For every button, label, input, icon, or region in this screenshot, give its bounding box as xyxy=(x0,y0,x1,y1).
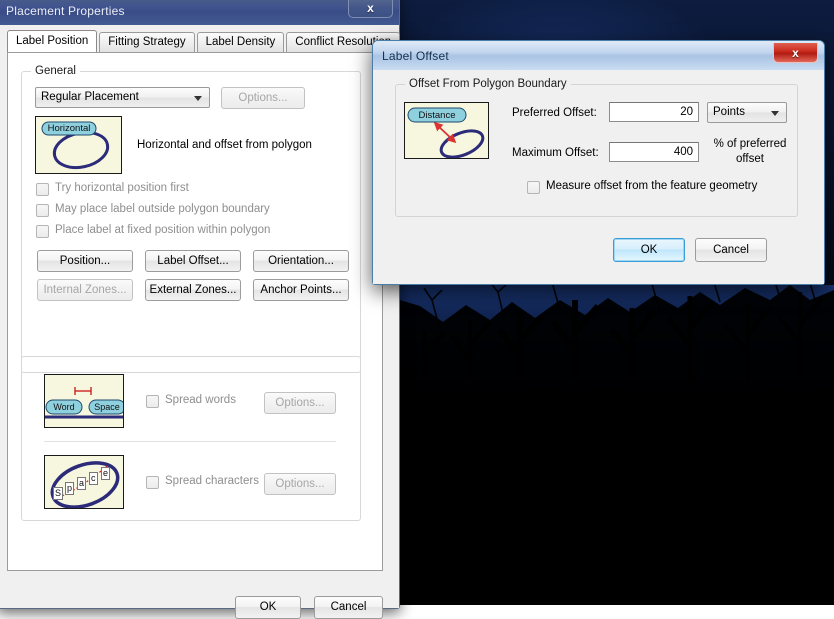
label-offset-title: Label Offset xyxy=(382,48,449,63)
preferred-offset-units-value: Points xyxy=(713,106,745,118)
general-groupbox: General Regular Placement Options... Hor… xyxy=(21,65,361,373)
spread-characters-preview: S p a c e xyxy=(44,455,124,509)
maximum-offset-label: Maximum Offset: xyxy=(512,147,599,159)
placement-properties-body: Label Position Fitting Strategy Label De… xyxy=(0,25,402,619)
spread-char-4: e xyxy=(101,467,111,480)
distance-preview: Distance xyxy=(404,102,489,159)
checkbox-fixed-position-label: Place label at fixed position within pol… xyxy=(55,224,271,236)
maximum-offset-input[interactable]: 400 xyxy=(609,142,699,162)
preferred-offset-units-combo[interactable]: Points xyxy=(707,102,787,123)
horizontal-placement-preview: Horizontal xyxy=(35,116,122,174)
tab-fitting-strategy[interactable]: Fitting Strategy xyxy=(99,32,195,52)
checkbox-may-place-outside-label: May place label outside polygon boundary xyxy=(55,203,270,215)
checkbox-spread-words[interactable] xyxy=(146,395,159,408)
placement-type-combo[interactable]: Regular Placement xyxy=(35,87,210,108)
general-options-button[interactable]: Options... xyxy=(221,87,305,109)
spread-char-2: a xyxy=(77,477,87,490)
placement-type-value: Regular Placement xyxy=(41,91,139,103)
chevron-down-icon xyxy=(771,111,779,116)
checkbox-try-horizontal-first[interactable] xyxy=(36,183,49,196)
spread-words-options-button[interactable]: Options... xyxy=(264,392,336,414)
close-icon[interactable]: x xyxy=(348,0,393,18)
tabstrip: Label Position Fitting Strategy Label De… xyxy=(7,30,402,52)
orientation-button[interactable]: Orientation... xyxy=(253,250,349,272)
label-offset-titlebar[interactable]: Label Offset x xyxy=(373,41,824,70)
label-offset-button[interactable]: Label Offset... xyxy=(145,250,241,272)
close-glyph: x xyxy=(792,45,799,60)
checkbox-fixed-position[interactable] xyxy=(36,225,49,238)
preferred-offset-label: Preferred Offset: xyxy=(512,107,597,119)
anchor-points-button[interactable]: Anchor Points... xyxy=(253,279,349,301)
external-zones-button[interactable]: External Zones... xyxy=(145,279,241,301)
offset-groupbox-legend: Offset From Polygon Boundary xyxy=(405,78,571,90)
tab-label-position[interactable]: Label Position xyxy=(7,30,98,52)
placement-properties-window: Placement Properties x Label Position Fi… xyxy=(0,0,402,619)
label-offset-cancel-button[interactable]: Cancel xyxy=(695,238,767,262)
spread-words-preview-word: Word xyxy=(53,402,75,412)
checkbox-may-place-outside[interactable] xyxy=(36,204,49,217)
checkbox-spread-words-label: Spread words xyxy=(165,394,236,406)
checkbox-spread-characters-label: Spread characters xyxy=(165,475,259,487)
maximum-offset-suffix-line2: offset xyxy=(736,153,764,165)
spread-char-1: p xyxy=(65,482,75,495)
placement-description: Horizontal and offset from polygon xyxy=(137,139,312,151)
tab-panel-label-position: General Regular Placement Options... Hor… xyxy=(7,52,383,571)
tab-label-density[interactable]: Label Density xyxy=(196,32,285,52)
spread-characters-options-button[interactable]: Options... xyxy=(264,473,336,495)
distance-preview-label: Distance xyxy=(418,110,456,121)
chevron-down-icon xyxy=(194,96,202,101)
checkbox-spread-characters[interactable] xyxy=(146,476,159,489)
close-glyph: x xyxy=(367,0,374,15)
spread-words-preview: Word Space xyxy=(44,374,124,428)
position-button[interactable]: Position... xyxy=(37,250,133,272)
spread-char-0: S xyxy=(53,487,64,500)
horizontal-preview-label: Horizontal xyxy=(47,123,91,134)
checkbox-measure-offset-label: Measure offset from the feature geometry xyxy=(546,180,758,192)
internal-zones-button[interactable]: Internal Zones... xyxy=(37,279,133,301)
label-offset-ok-button[interactable]: OK xyxy=(613,238,685,262)
maximum-offset-suffix-line1: % of preferred xyxy=(713,138,787,150)
spread-groupbox: Word Space Spread words Options... S p a xyxy=(21,356,361,521)
preferred-offset-input[interactable]: 20 xyxy=(609,102,699,122)
spread-divider xyxy=(44,441,336,442)
placement-ok-button[interactable]: OK xyxy=(235,596,301,619)
placement-properties-title: Placement Properties xyxy=(6,3,125,18)
checkbox-measure-offset[interactable] xyxy=(527,181,540,194)
label-offset-body: Offset From Polygon Boundary Distance Pr… xyxy=(373,70,824,284)
spread-words-preview-space: Space xyxy=(94,402,120,412)
general-groupbox-legend: General xyxy=(31,65,80,77)
checkbox-try-horizontal-first-label: Try horizontal position first xyxy=(55,182,189,194)
placement-cancel-button[interactable]: Cancel xyxy=(314,596,383,619)
placement-properties-titlebar[interactable]: Placement Properties x xyxy=(0,0,399,25)
spread-char-3: c xyxy=(89,472,98,485)
offset-from-polygon-boundary-groupbox: Offset From Polygon Boundary Distance Pr… xyxy=(395,78,798,217)
label-offset-window: Label Offset x Offset From Polygon Bound… xyxy=(372,40,825,285)
close-icon[interactable]: x xyxy=(773,43,818,63)
